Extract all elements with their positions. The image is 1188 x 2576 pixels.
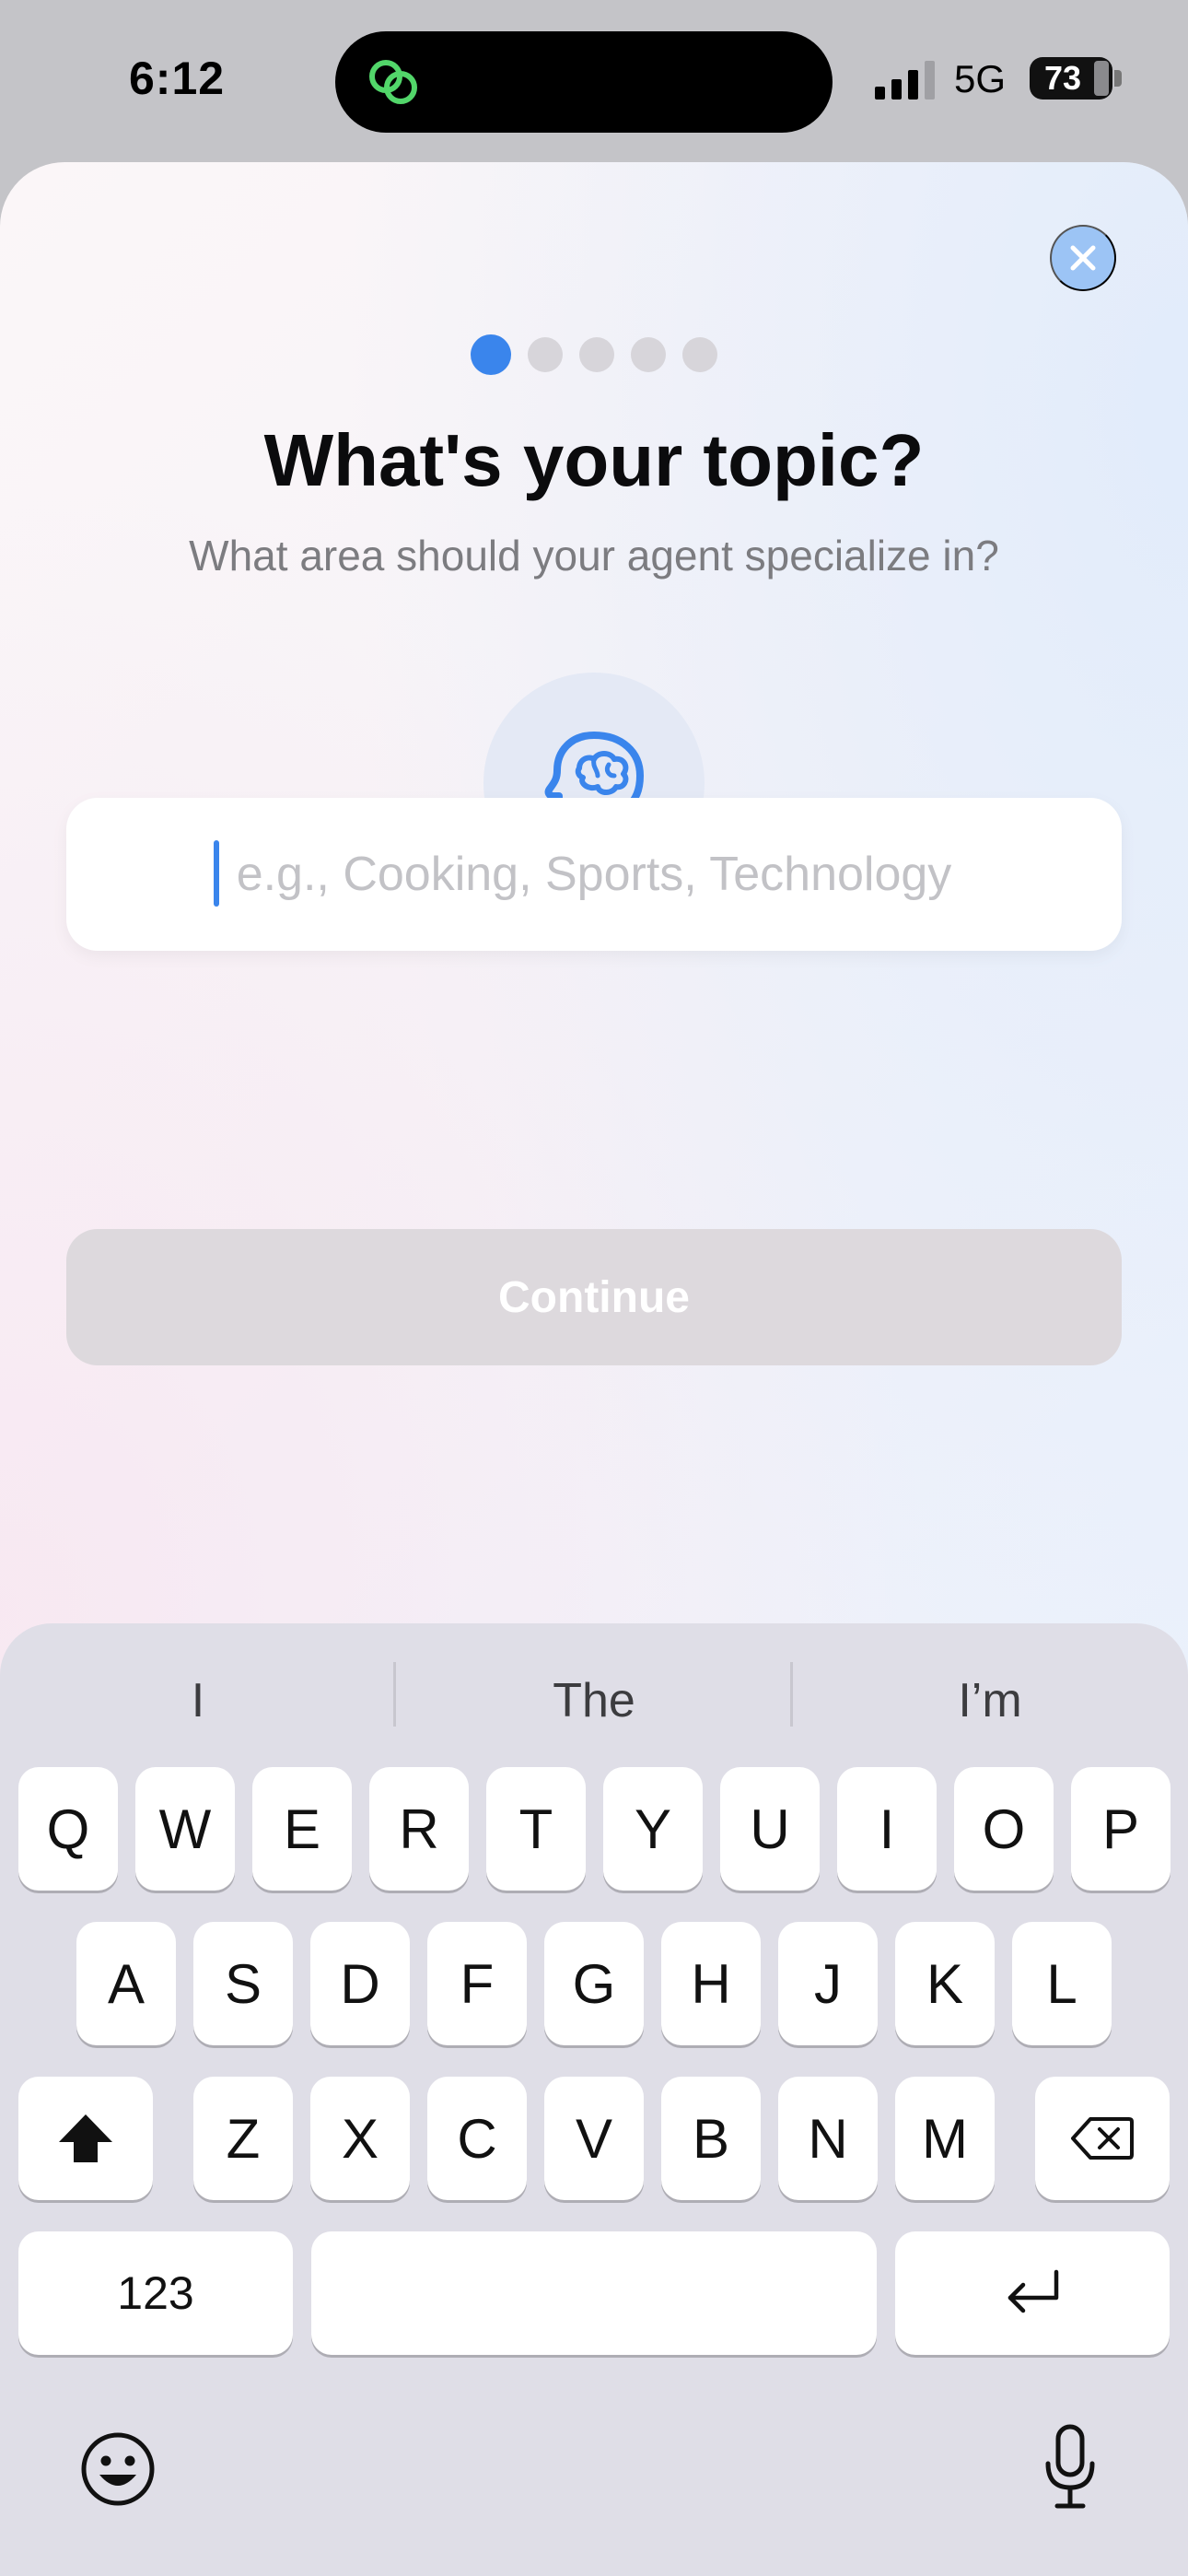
topic-input[interactable] [66, 798, 1122, 951]
microphone-icon[interactable] [1042, 2423, 1098, 2512]
key-v[interactable]: V [544, 2077, 644, 2200]
key-n[interactable]: N [778, 2077, 878, 2200]
backspace-key[interactable] [1035, 2077, 1170, 2200]
battery-level: 73 [1043, 59, 1082, 97]
cellular-signal-icon [875, 61, 935, 100]
key-k[interactable]: K [895, 1922, 995, 2045]
step-dot-5 [682, 337, 717, 372]
key-z[interactable]: Z [193, 2077, 293, 2200]
suggestion-3[interactable]: I’m [829, 1664, 1151, 1738]
space-key[interactable] [311, 2231, 877, 2355]
key-p[interactable]: P [1071, 1767, 1171, 1891]
continue-button[interactable]: Continue [66, 1229, 1122, 1365]
key-l[interactable]: L [1012, 1922, 1112, 2045]
key-c[interactable]: C [427, 2077, 527, 2200]
key-w[interactable]: W [135, 1767, 235, 1891]
suggestion-2[interactable]: The [433, 1664, 755, 1738]
key-i[interactable]: I [837, 1767, 937, 1891]
dynamic-island [335, 31, 833, 133]
key-g[interactable]: G [544, 1922, 644, 2045]
close-button[interactable] [1050, 225, 1116, 291]
page-subtitle: What area should your agent specialize i… [189, 532, 999, 580]
shift-key[interactable] [18, 2077, 153, 2200]
key-a[interactable]: A [76, 1922, 176, 2045]
text-caret [214, 840, 219, 907]
status-time: 6:12 [129, 53, 226, 104]
close-icon [1070, 245, 1096, 271]
step-dot-2 [528, 337, 563, 372]
return-icon [1007, 2269, 1059, 2313]
link-app-icon [369, 60, 417, 104]
keyboard: I The I’m Q W E R T Y U I O P A S D F G … [0, 1623, 1188, 2576]
step-dot-4 [631, 337, 666, 372]
step-indicator [0, 334, 1188, 376]
suggestion-divider [393, 1662, 396, 1727]
key-d[interactable]: D [310, 1922, 410, 2045]
key-q[interactable]: Q [18, 1767, 118, 1891]
key-h[interactable]: H [661, 1922, 761, 2045]
return-key[interactable] [895, 2231, 1170, 2355]
step-dot-1-active [471, 334, 511, 375]
key-j[interactable]: J [778, 1922, 878, 2045]
key-x[interactable]: X [310, 2077, 410, 2200]
battery-empty-area [1094, 61, 1109, 96]
key-m[interactable]: M [895, 2077, 995, 2200]
key-f[interactable]: F [427, 1922, 527, 2045]
key-e[interactable]: E [252, 1767, 352, 1891]
suggestion-divider [790, 1662, 793, 1727]
key-b[interactable]: B [661, 2077, 761, 2200]
key-y[interactable]: Y [603, 1767, 703, 1891]
suggestion-1[interactable]: I [37, 1664, 359, 1738]
key-u[interactable]: U [720, 1767, 820, 1891]
key-t[interactable]: T [486, 1767, 586, 1891]
step-dot-3 [579, 337, 614, 372]
battery-tip [1114, 70, 1122, 87]
network-type: 5G [954, 57, 1007, 100]
key-r[interactable]: R [369, 1767, 469, 1891]
backspace-icon [1071, 2117, 1134, 2160]
key-s[interactable]: S [193, 1922, 293, 2045]
key-o[interactable]: O [954, 1767, 1054, 1891]
page-title: What's your topic? [263, 419, 925, 501]
status-bar: 6:12 5G 73 [0, 0, 1188, 162]
emoji-icon[interactable] [79, 2430, 157, 2508]
shift-icon [59, 2114, 112, 2162]
screen: 6:12 5G 73 What's your topic? What area … [0, 0, 1188, 2576]
battery-icon: 73 [1030, 57, 1112, 100]
numbers-key[interactable]: 123 [18, 2231, 293, 2355]
